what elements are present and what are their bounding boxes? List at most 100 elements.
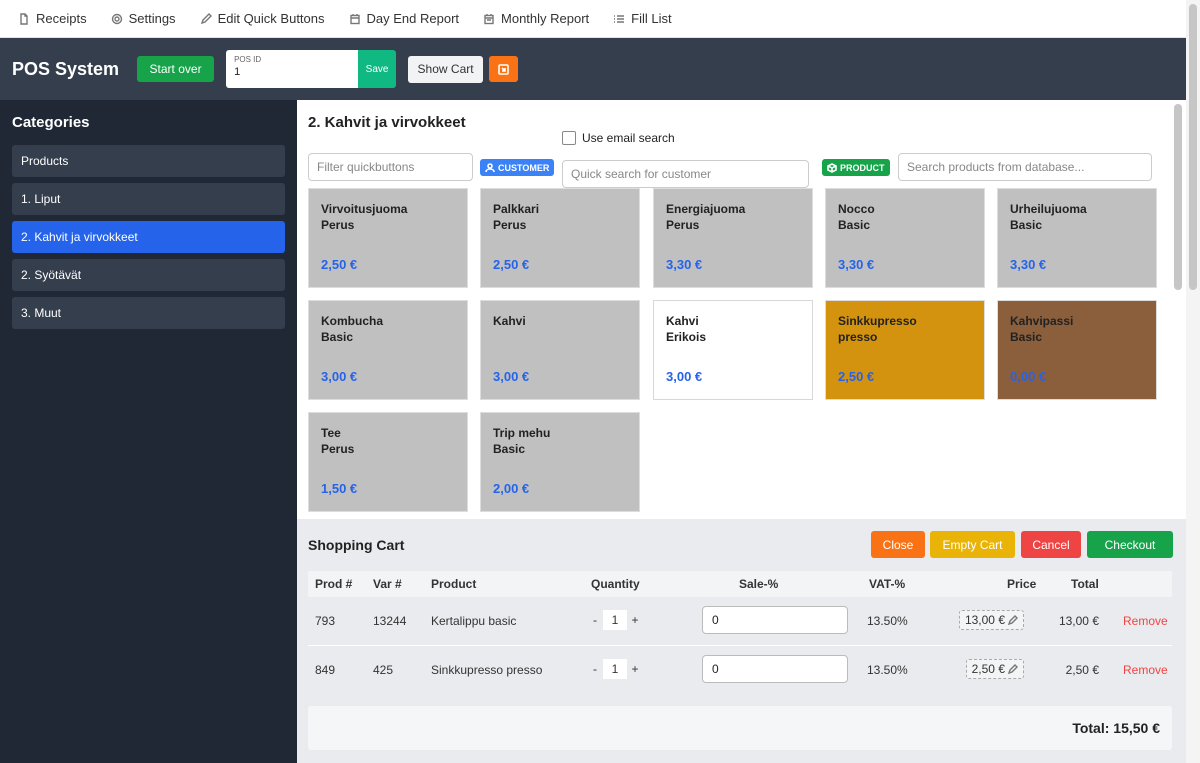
tile-price: 3,00 € bbox=[493, 369, 530, 384]
tile-name-line: Kahvi bbox=[666, 314, 699, 328]
section-title: 2. Kahvit ja virvokkeet bbox=[308, 114, 466, 131]
nav-edit-quick-buttons[interactable]: Edit Quick Buttons bbox=[200, 11, 325, 26]
quickbutton-tile[interactable]: Nocco Basic 3,30 € bbox=[825, 188, 985, 288]
empty-cart-button[interactable]: Empty Cart bbox=[930, 531, 1015, 558]
quantity-stepper: - 1 + bbox=[589, 610, 641, 630]
decrease-quantity-button[interactable]: - bbox=[589, 613, 601, 627]
cart-line-total: 13,00 € bbox=[1058, 614, 1099, 628]
cart-var-number: 425 bbox=[373, 663, 394, 677]
tile-name: Tee Perus bbox=[321, 425, 455, 457]
quickbutton-tile[interactable]: Urheilujuoma Basic 3,30 € bbox=[997, 188, 1157, 288]
save-button[interactable]: Save bbox=[358, 50, 397, 88]
product-badge-label: PRODUCT bbox=[840, 162, 885, 173]
category-products[interactable]: Products bbox=[12, 145, 285, 177]
pos-id-field[interactable]: POS ID 1 bbox=[226, 50, 359, 88]
quantity-value[interactable]: 1 bbox=[603, 659, 627, 679]
expand-icon bbox=[498, 63, 509, 75]
nav-day-end-report[interactable]: Day End Report bbox=[349, 11, 459, 26]
start-over-button[interactable]: Start over bbox=[137, 56, 215, 82]
remove-item-button[interactable]: Remove bbox=[1123, 614, 1168, 628]
col-vat: VAT-% bbox=[869, 577, 906, 591]
pos-id-value[interactable]: 1 bbox=[234, 66, 350, 78]
shopping-cart: Shopping Cart Close Empty Cart Cancel Ch… bbox=[297, 519, 1186, 763]
nav-fill-list[interactable]: Fill List bbox=[613, 11, 672, 26]
app-title: POS System bbox=[12, 58, 120, 79]
tile-name-line: Kahvi bbox=[493, 314, 526, 328]
quickbutton-tile[interactable]: Kahvi 3,00 € bbox=[480, 300, 640, 400]
sale-percent-input[interactable]: 0 bbox=[702, 655, 848, 683]
increase-quantity-button[interactable]: + bbox=[629, 613, 641, 627]
cancel-button[interactable]: Cancel bbox=[1021, 531, 1081, 558]
cart-price: 13,00 € bbox=[964, 613, 1005, 627]
main-scrollbar[interactable] bbox=[1170, 100, 1186, 519]
tile-variant-line: Perus bbox=[321, 218, 355, 232]
checkout-button[interactable]: Checkout bbox=[1087, 531, 1173, 558]
cart-prod-number: 849 bbox=[315, 663, 336, 677]
category-muut[interactable]: 3. Muut bbox=[12, 297, 285, 329]
email-search-checkbox[interactable] bbox=[562, 131, 576, 145]
tile-price: 2,50 € bbox=[838, 369, 875, 384]
quickbutton-tile[interactable]: Trip mehu Basic 2,00 € bbox=[480, 412, 640, 512]
tile-name-line: Trip mehu bbox=[493, 426, 551, 440]
remove-item-button[interactable]: Remove bbox=[1123, 663, 1168, 677]
nav-monthly-report[interactable]: Monthly Report bbox=[483, 11, 589, 26]
increase-quantity-button[interactable]: + bbox=[629, 662, 641, 676]
product-search-input[interactable]: Search products from database... bbox=[898, 153, 1152, 181]
tile-name: Kahvipassi Basic bbox=[1010, 313, 1144, 345]
cart-row: 793 13244 Kertalippu basic - 1 + 0 13.50… bbox=[308, 597, 1172, 645]
cart-table: Prod # Var # Product Quantity Sale-% VAT… bbox=[308, 571, 1172, 694]
quickbutton-tile[interactable]: Tee Perus 1,50 € bbox=[308, 412, 468, 512]
customer-search-input[interactable]: Quick search for customer bbox=[562, 160, 809, 188]
quantity-value[interactable]: 1 bbox=[603, 610, 627, 630]
cart-vat: 13.50% bbox=[867, 614, 908, 628]
col-total: Total bbox=[1071, 577, 1099, 591]
tile-price: 3,00 € bbox=[321, 369, 358, 384]
quickbutton-tile[interactable]: Energiajuoma Perus 3,30 € bbox=[653, 188, 813, 288]
quickbutton-tile[interactable]: Kahvi Erikois 3,00 € bbox=[653, 300, 813, 400]
customer-badge: CUSTOMER bbox=[480, 159, 555, 176]
filter-quickbuttons-input[interactable]: Filter quickbuttons bbox=[308, 153, 473, 181]
box-icon bbox=[827, 162, 837, 173]
category-syotavat[interactable]: 2. Syötävät bbox=[12, 259, 285, 291]
list-icon bbox=[614, 14, 625, 23]
tile-variant-line: Perus bbox=[666, 218, 700, 232]
tile-name-line: Energiajuoma bbox=[666, 202, 746, 216]
tile-name-line: Sinkkupresso bbox=[838, 314, 917, 328]
pencil-icon bbox=[1007, 663, 1018, 674]
tile-variant-line: Basic bbox=[321, 330, 354, 344]
email-search-toggle[interactable]: Use email search bbox=[562, 131, 675, 145]
decrease-quantity-button[interactable]: - bbox=[589, 662, 601, 676]
quickbutton-tile[interactable]: Virvoitusjuoma Perus 2,50 € bbox=[308, 188, 468, 288]
category-liput[interactable]: 1. Liput bbox=[12, 183, 285, 215]
nav-receipts[interactable]: Receipts bbox=[18, 11, 87, 26]
tile-variant-line: Basic bbox=[1010, 330, 1043, 344]
quickbutton-tile[interactable]: Sinkkupresso presso 2,50 € bbox=[825, 300, 985, 400]
page-scrollbar[interactable] bbox=[1186, 0, 1200, 763]
main-scrollbar-thumb[interactable] bbox=[1174, 104, 1182, 290]
close-cart-button[interactable]: Close bbox=[871, 531, 925, 558]
quickbutton-tile[interactable]: Kahvipassi Basic 0,00 € bbox=[997, 300, 1157, 400]
editable-price[interactable]: 13,00 € bbox=[958, 610, 1024, 630]
page-scrollbar-thumb[interactable] bbox=[1189, 4, 1197, 290]
user-icon bbox=[485, 162, 495, 172]
cart-prod-number: 793 bbox=[315, 614, 336, 628]
nav-monthly-report-label: Monthly Report bbox=[501, 11, 590, 26]
tile-name-line: Kombucha bbox=[321, 314, 384, 328]
quickbutton-tile[interactable]: Palkkari Perus 2,50 € bbox=[480, 188, 640, 288]
email-search-label: Use email search bbox=[582, 131, 675, 145]
quickbutton-tile[interactable]: Kombucha Basic 3,00 € bbox=[308, 300, 468, 400]
sale-percent-input[interactable]: 0 bbox=[702, 606, 848, 634]
col-price: Price bbox=[1007, 577, 1037, 591]
tile-price: 2,00 € bbox=[493, 481, 530, 496]
col-prod: Prod # bbox=[315, 577, 353, 591]
fullscreen-button[interactable] bbox=[489, 56, 519, 82]
tile-variant-line: Perus bbox=[493, 218, 527, 232]
cart-line-total: 2,50 € bbox=[1065, 663, 1099, 677]
nav-fill-list-label: Fill List bbox=[631, 11, 672, 26]
app-header: POS System Start over POS ID 1 Save Show… bbox=[0, 38, 1186, 100]
tile-price: 1,50 € bbox=[321, 481, 358, 496]
editable-price[interactable]: 2,50 € bbox=[965, 659, 1024, 679]
show-cart-button[interactable]: Show Cart bbox=[408, 55, 484, 83]
category-kahvit-ja-virvokkeet[interactable]: 2. Kahvit ja virvokkeet bbox=[12, 221, 285, 253]
nav-settings[interactable]: Settings bbox=[111, 11, 176, 26]
